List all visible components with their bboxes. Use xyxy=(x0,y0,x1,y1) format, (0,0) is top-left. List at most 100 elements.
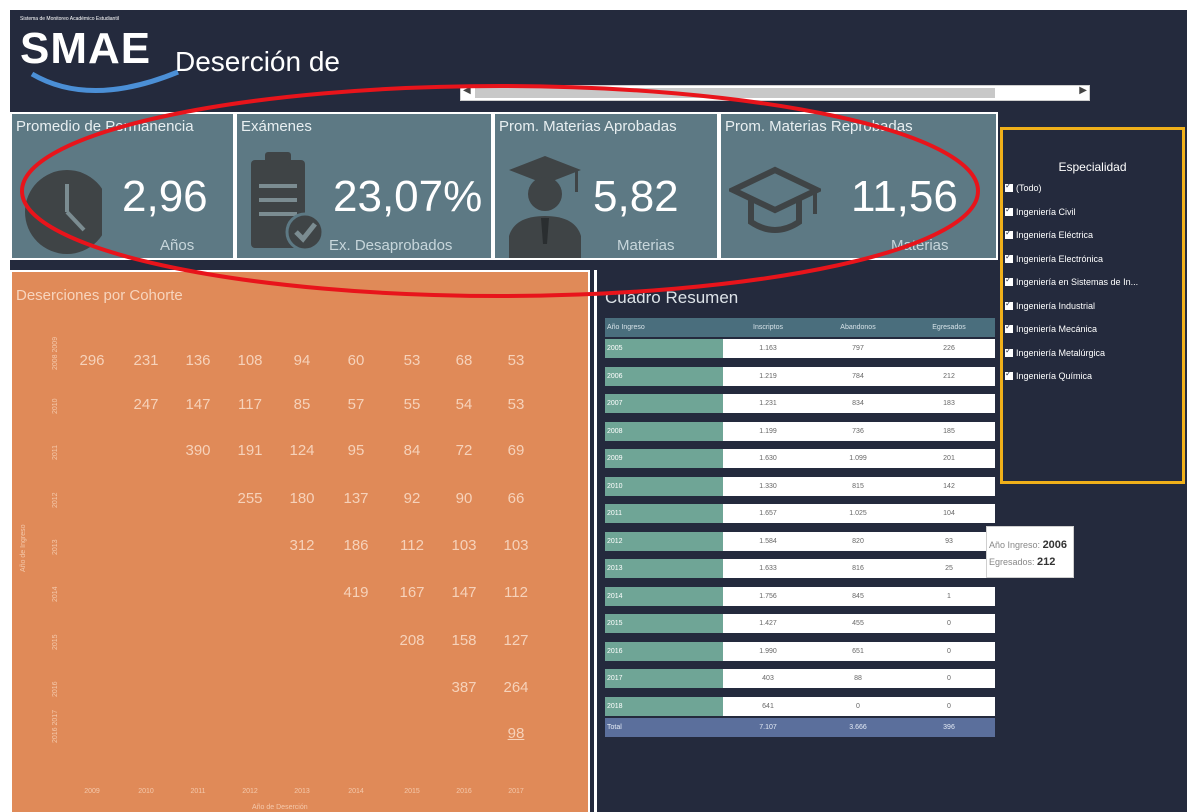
cohort-cell[interactable]: 72 xyxy=(440,442,488,459)
cohort-cell[interactable]: 137 xyxy=(332,490,380,507)
table-row[interactable]: 2006 1.219 784 212 xyxy=(605,366,995,386)
cohort-cell[interactable]: 66 xyxy=(492,490,540,507)
cohort-cell[interactable]: 296 xyxy=(68,352,116,369)
cohort-cell[interactable]: 53 xyxy=(388,352,436,369)
table-cell: 226 xyxy=(903,339,995,358)
cohort-cell[interactable]: 55 xyxy=(388,396,436,413)
scrollbar-thumb[interactable] xyxy=(475,88,995,98)
filter-option[interactable]: Ingeniería Civil xyxy=(1005,205,1076,217)
cohort-cell[interactable]: 231 xyxy=(122,352,170,369)
table-cell: 834 xyxy=(813,394,903,413)
cohort-cell[interactable]: 147 xyxy=(440,584,488,601)
filter-option[interactable]: Ingeniería en Sistemas de In... xyxy=(1005,275,1138,287)
kpi-promedio-permanencia[interactable]: Promedio de Permanencia 2,96 Años xyxy=(10,112,235,260)
cohort-cell[interactable]: 127 xyxy=(492,632,540,649)
table-row[interactable]: 2015 1.427 455 0 xyxy=(605,614,995,633)
cohort-cell[interactable]: 191 xyxy=(226,442,274,459)
cohort-cell[interactable]: 68 xyxy=(440,352,488,369)
tooltip: Año Ingreso: 2006 Egresados: 212 xyxy=(986,526,1074,578)
table-row[interactable]: 2012 1.584 820 93 xyxy=(605,531,995,551)
filter-option[interactable]: Ingeniería Electrónica xyxy=(1005,252,1103,264)
checkbox-checked-icon[interactable] xyxy=(1005,346,1013,357)
cohort-cell[interactable]: 117 xyxy=(226,396,274,413)
cohort-cell[interactable]: 186 xyxy=(332,537,380,554)
cohort-cell[interactable]: 264 xyxy=(492,679,540,696)
cohort-cell[interactable]: 112 xyxy=(388,537,436,554)
table-cell: Inscriptos xyxy=(723,318,813,337)
cohort-cell[interactable]: 124 xyxy=(278,442,326,459)
cohort-cell[interactable]: 136 xyxy=(174,352,222,369)
cohort-cell[interactable]: 103 xyxy=(492,537,540,554)
table-cell: 816 xyxy=(813,559,903,578)
cohort-cell[interactable]: 60 xyxy=(332,352,380,369)
filter-option[interactable]: Ingeniería Mecánica xyxy=(1005,322,1097,334)
checkbox-checked-icon[interactable] xyxy=(1005,181,1013,192)
table-row[interactable]: 2018 641 0 0 xyxy=(605,696,995,716)
cohort-cell[interactable]: 158 xyxy=(440,632,488,649)
clipboard-check-icon xyxy=(251,152,325,252)
cohort-cell[interactable]: 255 xyxy=(226,490,274,507)
checkbox-checked-icon[interactable] xyxy=(1005,205,1013,216)
cohort-cell[interactable]: 180 xyxy=(278,490,326,507)
cohort-cell[interactable]: 167 xyxy=(388,584,436,601)
cohort-cell[interactable]: 208 xyxy=(388,632,436,649)
cohort-cell[interactable]: 90 xyxy=(440,490,488,507)
table-row[interactable]: 2010 1.330 815 142 xyxy=(605,476,995,496)
horizontal-scrollbar[interactable]: ◀ ▶ xyxy=(460,85,1090,101)
checkbox-checked-icon[interactable] xyxy=(1005,275,1013,286)
table-row[interactable]: 2007 1.231 834 183 xyxy=(605,394,995,413)
table-row[interactable]: 2005 1.163 797 226 xyxy=(605,339,995,358)
cohort-row-label: 2010 xyxy=(52,398,59,414)
filter-option[interactable]: Ingeniería Eléctrica xyxy=(1005,228,1093,240)
table-cell: 797 xyxy=(813,339,903,358)
checkbox-checked-icon[interactable] xyxy=(1005,228,1013,239)
checkbox-checked-icon[interactable] xyxy=(1005,299,1013,310)
table-cell: 88 xyxy=(813,669,903,688)
cohort-cell[interactable]: 312 xyxy=(278,537,326,554)
kpi-materias-aprobadas[interactable]: Prom. Materias Aprobadas 5,82 Materias xyxy=(493,112,719,260)
kpi-examenes[interactable]: Exámenes 23,07% Ex. Desaprobados xyxy=(235,112,493,260)
cohort-cell[interactable]: 57 xyxy=(332,396,380,413)
scroll-left-icon[interactable]: ◀ xyxy=(463,85,471,96)
cohort-cell[interactable]: 85 xyxy=(278,396,326,413)
cohort-cell[interactable]: 53 xyxy=(492,352,540,369)
cohort-cell[interactable]: 103 xyxy=(440,537,488,554)
checkbox-checked-icon[interactable] xyxy=(1005,252,1013,263)
cohort-cell[interactable]: 147 xyxy=(174,396,222,413)
cohort-cell[interactable]: 84 xyxy=(388,442,436,459)
cohort-col-label: 2013 xyxy=(294,788,310,795)
scroll-right-icon[interactable]: ▶ xyxy=(1079,85,1087,96)
summary-panel: Cuadro Resumen Año Ingreso Inscriptos Aban… xyxy=(594,270,1000,812)
table-header-row[interactable]: Año Ingreso Inscriptos Abandonos Egresados xyxy=(605,318,995,337)
cohort-cell[interactable]: 95 xyxy=(332,442,380,459)
cohort-cell[interactable]: 387 xyxy=(440,679,488,696)
table-row[interactable]: 2011 1.657 1.025 104 xyxy=(605,504,995,523)
checkbox-checked-icon[interactable] xyxy=(1005,322,1013,333)
table-row[interactable]: 2014 1.756 845 1 xyxy=(605,586,995,606)
cohort-cell[interactable]: 390 xyxy=(174,442,222,459)
cohort-cell[interactable]: 53 xyxy=(492,396,540,413)
cohort-cell[interactable]: 419 xyxy=(332,584,380,601)
filter-option[interactable]: Ingeniería Química xyxy=(1005,369,1092,381)
cohort-cell[interactable]: 108 xyxy=(226,352,274,369)
table-row[interactable]: 2013 1.633 816 25 xyxy=(605,559,995,578)
table-total-row[interactable]: Total 7.107 3.666 396 xyxy=(605,718,995,737)
filter-option[interactable]: Ingeniería Industrial xyxy=(1005,299,1095,311)
cohort-cell[interactable]: 69 xyxy=(492,442,540,459)
cohort-cell[interactable]: 98 xyxy=(492,725,540,742)
cohort-cell[interactable]: 94 xyxy=(278,352,326,369)
cohort-cell[interactable]: 112 xyxy=(492,584,540,601)
filter-option[interactable]: (Todo) xyxy=(1005,181,1042,193)
table-row[interactable]: 2008 1.199 736 185 xyxy=(605,421,995,441)
table-row[interactable]: 2016 1.990 651 0 xyxy=(605,641,995,661)
table-row[interactable]: 2017 403 88 0 xyxy=(605,669,995,688)
kpi-materias-reprobadas[interactable]: Prom. Materias Reprobadas 11,56 Materias xyxy=(719,112,998,260)
table-cell: 201 xyxy=(903,449,995,468)
cohort-cell[interactable]: 54 xyxy=(440,396,488,413)
filter-option[interactable]: Ingeniería Metalúrgica xyxy=(1005,346,1105,358)
table-row[interactable]: 2009 1.630 1.099 201 xyxy=(605,449,995,468)
cohort-cell[interactable]: 247 xyxy=(122,396,170,413)
cohort-cell[interactable]: 92 xyxy=(388,490,436,507)
table-cell: 0 xyxy=(903,696,995,716)
checkbox-checked-icon[interactable] xyxy=(1005,369,1013,380)
